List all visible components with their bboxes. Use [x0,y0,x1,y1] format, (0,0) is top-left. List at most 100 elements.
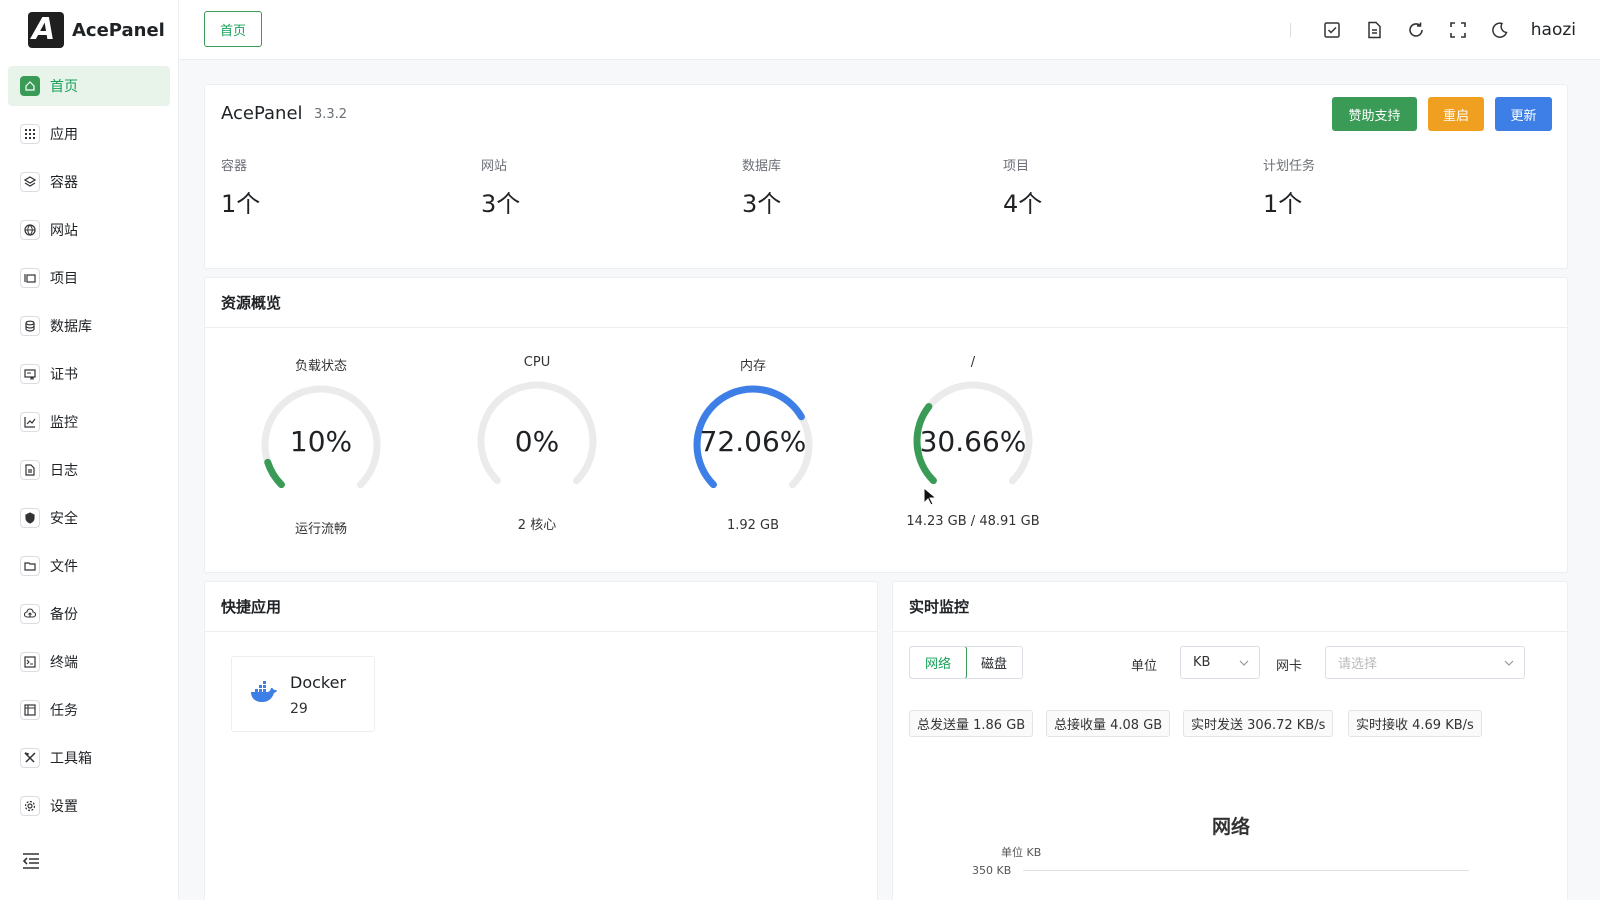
home-icon [20,76,40,96]
cloud-icon [20,604,40,624]
gauge-0: 负载状态 10% 运行流畅 [241,355,401,537]
gauge-2: 内存 72.06% 1.92 GB [673,355,833,533]
sidebar-item-label: 备份 [50,607,78,623]
gauge-value: 0% [514,425,560,458]
sidebar-item-5[interactable]: 数据库 [8,306,170,346]
sidebar-item-2[interactable]: 容器 [8,162,170,202]
mouse-cursor-icon [923,487,938,506]
chart-line-icon [20,412,40,432]
collapse-sidebar-icon[interactable] [22,852,40,870]
gauge-subtitle: 运行流畅 [294,522,347,537]
sidebar-item-4[interactable]: 项目 [8,258,170,298]
sidebar-item-label: 任务 [50,703,78,719]
dark-mode-icon[interactable] [1491,21,1509,39]
gauge-title: 负载状态 [294,359,347,374]
stat-0[interactable]: 容器 1个 [221,155,260,219]
stat-3[interactable]: 项目 4个 [1003,155,1042,219]
fullscreen-icon[interactable] [1449,21,1467,39]
sidebar-item-1[interactable]: 应用 [8,114,170,154]
network-chart-title: 网络 [1211,816,1250,838]
sidebar-item-11[interactable]: 备份 [8,594,170,634]
unit-select[interactable]: KB [1180,646,1260,679]
nic-label: 网卡 [1276,659,1303,674]
sidebar-item-label: 证书 [50,367,78,383]
monitor-type-switch: 网络 磁盘 [909,646,1023,679]
stat-2[interactable]: 数据库 3个 [742,155,781,219]
logo-letter: A [32,12,56,47]
sidebar-item-label: 项目 [50,271,78,287]
sidebar-item-label: 数据库 [50,319,92,335]
sidebar-item-6[interactable]: 证书 [8,354,170,394]
overview-card: AcePanel 3.3.2 赞助支持 重启 更新 容器 1个 网站 3个 数据库 3个 项… [204,84,1568,269]
docker-icon [251,681,277,702]
sidebar-item-12[interactable]: 终端 [8,642,170,682]
gauge-subtitle: 2 核心 [517,518,557,533]
sidebar-item-8[interactable]: 日志 [8,450,170,490]
network-chart-y-tick: 350 KB [972,864,1012,877]
stat-label: 容器 [221,159,248,174]
update-button[interactable]: 更新 [1495,97,1552,131]
file-text-icon [20,460,40,480]
tag-realtime-received: 实时接收 4.69 KB/s [1348,710,1482,737]
sidebar-item-label: 监控 [50,415,78,431]
tab-home[interactable]: 首页 [204,11,263,47]
gauge-title: 内存 [739,359,766,374]
stat-label: 网站 [481,159,508,174]
restart-button[interactable]: 重启 [1428,97,1484,131]
stat-label: 计划任务 [1263,159,1316,174]
sidebar-nav: 首页应用容器网站项目数据库证书监控日志安全文件备份终端任务工具箱设置 [0,66,178,826]
refresh-icon[interactable] [1407,21,1425,39]
document-icon[interactable] [1365,21,1383,39]
tab-disk[interactable]: 磁盘 [966,647,1022,678]
app-tile-docker[interactable]: Docker 29 [231,656,375,732]
sidebar-item-0[interactable]: 首页 [8,66,170,106]
sidebar-item-label: 应用 [50,127,78,143]
gauge-3: / 30.66% 14.23 GB / 48.91 GB [893,355,1053,529]
brand-name: AcePanel [72,19,165,41]
stat-1[interactable]: 网站 3个 [481,155,520,219]
stat-value: 1个 [221,190,261,218]
terminal-icon [20,652,40,672]
gauge-value: 72.06% [699,425,807,458]
globe-icon [20,220,40,240]
gauge-value: 30.66% [919,425,1027,458]
realtime-monitor-card: 实时监控 网络 磁盘 单位 KB 网卡 请选择 总发送量 1.86 GB 总接收… [892,581,1568,900]
sidebar-item-14[interactable]: 工具箱 [8,738,170,778]
panel-title: AcePanel [221,103,303,124]
layers-icon [20,172,40,192]
tag-total-received: 总接收量 4.08 GB [1046,710,1171,737]
network-chart-unit: 单位 KB [1001,846,1042,859]
sidebar-item-10[interactable]: 文件 [8,546,170,586]
tab-network[interactable]: 网络 [910,647,967,678]
username[interactable]: haozi [1531,20,1576,40]
logo[interactable]: A AcePanel [0,0,178,60]
stat-label: 项目 [1003,159,1030,174]
certificate-icon [20,364,40,384]
unit-label: 单位 [1131,659,1158,674]
stat-4[interactable]: 计划任务 1个 [1263,155,1315,219]
stat-value: 1个 [1263,190,1303,218]
chart-grid-line [1023,870,1469,871]
stat-value: 3个 [742,190,782,218]
sidebar-item-13[interactable]: 任务 [8,690,170,730]
unit-select-value: KB [1193,655,1211,670]
sidebar-item-3[interactable]: 网站 [8,210,170,250]
header-divider [1289,23,1291,37]
sidebar-item-label: 文件 [50,559,78,575]
top-header: 首页 haozi [179,0,1600,60]
sidebar-item-label: 首页 [50,79,78,95]
sidebar-item-label: 网站 [50,223,78,239]
tag-total-sent: 总发送量 1.86 GB [909,710,1034,737]
sidebar-item-15[interactable]: 设置 [8,786,170,826]
nic-select-placeholder: 请选择 [1338,657,1378,672]
stat-value: 4个 [1003,190,1043,218]
sponsor-button[interactable]: 赞助支持 [1332,97,1417,131]
task-check-icon[interactable] [1323,21,1341,39]
nic-select[interactable]: 请选择 [1325,646,1525,679]
sidebar-item-9[interactable]: 安全 [8,498,170,538]
header-toolbar: haozi [1289,0,1576,60]
task-icon [20,700,40,720]
gear-icon [20,796,40,816]
shield-icon [20,508,40,528]
sidebar-item-7[interactable]: 监控 [8,402,170,442]
